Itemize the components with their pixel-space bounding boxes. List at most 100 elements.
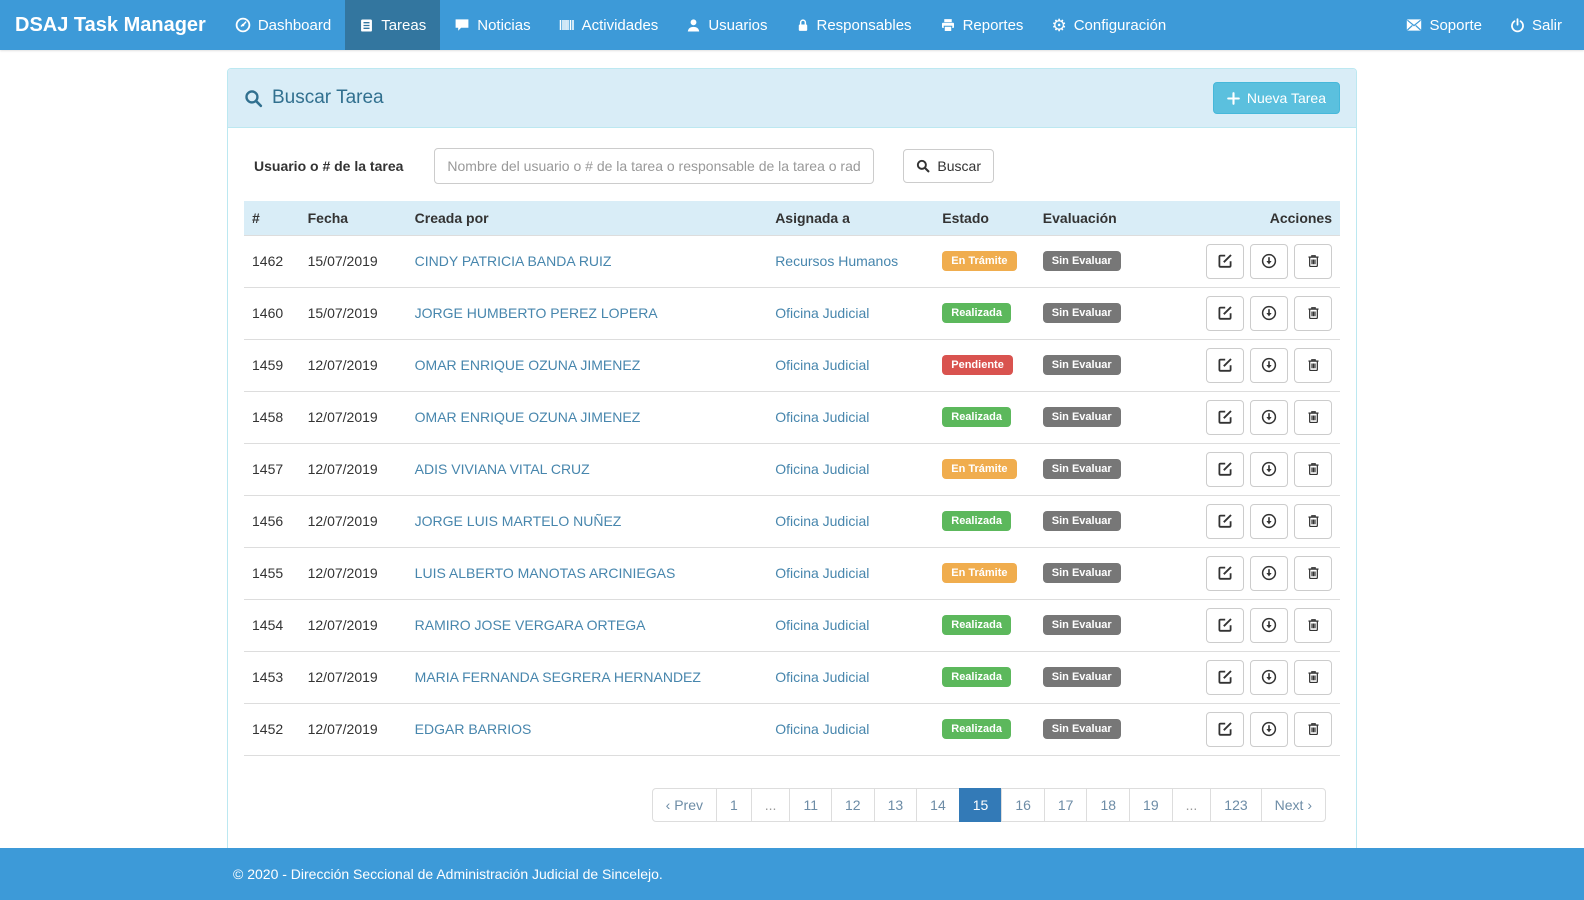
delete-task-button[interactable] — [1294, 504, 1332, 539]
evaluation-cell: Sin Evaluar — [1035, 339, 1192, 391]
actions-cell — [1192, 287, 1340, 339]
delete-task-button[interactable] — [1294, 400, 1332, 435]
edit-task-button[interactable] — [1206, 608, 1244, 643]
created-by-link[interactable]: RAMIRO JOSE VERGARA ORTEGA — [415, 617, 646, 633]
download-task-button[interactable] — [1250, 556, 1288, 591]
edit-task-button[interactable] — [1206, 400, 1244, 435]
created-by-link[interactable]: JORGE HUMBERTO PEREZ LOPERA — [415, 305, 658, 321]
download-icon — [1261, 669, 1277, 685]
nav-link-actividades[interactable]: Actividades — [545, 0, 673, 50]
created-by-link[interactable]: CINDY PATRICIA BANDA RUIZ — [415, 253, 612, 269]
download-task-button[interactable] — [1250, 660, 1288, 695]
page-button-14-link[interactable]: 14 — [916, 788, 960, 822]
nav-link-dashboard[interactable]: Dashboard — [221, 0, 345, 50]
task-id-cell: 1462 — [244, 235, 300, 287]
created-by-link[interactable]: LUIS ALBERTO MANOTAS ARCINIEGAS — [415, 565, 676, 581]
edit-task-button[interactable] — [1206, 660, 1244, 695]
new-task-button[interactable]: Nueva Tarea — [1213, 82, 1340, 114]
page-button-prev-link[interactable]: ‹ Prev — [652, 788, 717, 822]
download-task-button[interactable] — [1250, 712, 1288, 747]
delete-task-button[interactable] — [1294, 712, 1332, 747]
nav-link-soporte[interactable]: Soporte — [1392, 0, 1496, 50]
download-task-button[interactable] — [1250, 348, 1288, 383]
assigned-to-link[interactable]: Oficina Judicial — [775, 721, 869, 737]
delete-task-button[interactable] — [1294, 244, 1332, 279]
assigned-to-link[interactable]: Oficina Judicial — [775, 305, 869, 321]
assigned-to-link[interactable]: Oficina Judicial — [775, 461, 869, 477]
created-by-link[interactable]: ADIS VIVIANA VITAL CRUZ — [415, 461, 590, 477]
nav-link-reportes[interactable]: Reportes — [926, 0, 1038, 50]
status-cell: Realizada — [934, 703, 1035, 755]
assigned-to-link[interactable]: Oficina Judicial — [775, 357, 869, 373]
gear-icon: ⚙ — [1051, 17, 1066, 34]
created-by-link[interactable]: OMAR ENRIQUE OZUNA JIMENEZ — [415, 409, 641, 425]
status-cell: Realizada — [934, 391, 1035, 443]
download-task-button[interactable] — [1250, 244, 1288, 279]
created-by-link[interactable]: JORGE LUIS MARTELO NUÑEZ — [415, 513, 622, 529]
assigned-to-link[interactable]: Oficina Judicial — [775, 669, 869, 685]
actions-cell — [1192, 495, 1340, 547]
nav-link-usuarios[interactable]: Usuarios — [672, 0, 781, 50]
nav-link-salir[interactable]: Salir — [1496, 0, 1576, 50]
delete-task-button[interactable] — [1294, 660, 1332, 695]
nav-link-configuracion[interactable]: ⚙Configuración — [1037, 0, 1180, 50]
assigned-to-link[interactable]: Oficina Judicial — [775, 565, 869, 581]
download-icon — [1261, 617, 1277, 633]
task-id-cell: 1456 — [244, 495, 300, 547]
pagination: ‹ Prev1...111213141516171819...123Next › — [652, 788, 1326, 822]
page-button-13-link[interactable]: 13 — [874, 788, 918, 822]
download-task-button[interactable] — [1250, 452, 1288, 487]
page-button-18-link[interactable]: 18 — [1086, 788, 1130, 822]
edit-task-button[interactable] — [1206, 348, 1244, 383]
page-button-11: 11 — [790, 788, 832, 822]
nav-link-responsables[interactable]: Responsables — [782, 0, 926, 50]
delete-task-button[interactable] — [1294, 556, 1332, 591]
task-id-cell: 1459 — [244, 339, 300, 391]
search-button[interactable]: Buscar — [903, 149, 994, 183]
assigned-to-cell: Oficina Judicial — [767, 443, 934, 495]
assigned-to-link[interactable]: Oficina Judicial — [775, 617, 869, 633]
page-button-15-link[interactable]: 15 — [959, 788, 1003, 822]
page-button-12-link[interactable]: 12 — [831, 788, 875, 822]
download-task-button[interactable] — [1250, 608, 1288, 643]
delete-task-button[interactable] — [1294, 348, 1332, 383]
nav-link-tareas[interactable]: Tareas — [345, 0, 440, 50]
edit-task-button[interactable] — [1206, 712, 1244, 747]
edit-task-button[interactable] — [1206, 556, 1244, 591]
page-button-123-link[interactable]: 123 — [1210, 788, 1261, 822]
edit-task-button[interactable] — [1206, 504, 1244, 539]
delete-task-button[interactable] — [1294, 296, 1332, 331]
column-header-: # — [244, 201, 300, 235]
evaluation-badge: Sin Evaluar — [1043, 563, 1121, 583]
page-button-next-link[interactable]: Next › — [1261, 788, 1326, 822]
page-button-19-link[interactable]: 19 — [1129, 788, 1173, 822]
assigned-to-link[interactable]: Recursos Humanos — [775, 253, 898, 269]
created-by-link[interactable]: OMAR ENRIQUE OZUNA JIMENEZ — [415, 357, 641, 373]
app-brand: DSAJ Task Manager — [0, 0, 221, 50]
page-button-16-link[interactable]: 16 — [1001, 788, 1045, 822]
edit-task-button[interactable] — [1206, 452, 1244, 487]
assigned-to-link[interactable]: Oficina Judicial — [775, 409, 869, 425]
edit-task-button[interactable] — [1206, 296, 1244, 331]
created-by-link[interactable]: EDGAR BARRIOS — [415, 721, 532, 737]
download-task-button[interactable] — [1250, 504, 1288, 539]
table-row: 145912/07/2019OMAR ENRIQUE OZUNA JIMENEZ… — [244, 339, 1340, 391]
download-task-button[interactable] — [1250, 296, 1288, 331]
assigned-to-cell: Oficina Judicial — [767, 547, 934, 599]
evaluation-cell: Sin Evaluar — [1035, 287, 1192, 339]
edit-task-button[interactable] — [1206, 244, 1244, 279]
created-by-link[interactable]: MARIA FERNANDA SEGRERA HERNANDEZ — [415, 669, 701, 685]
delete-task-button[interactable] — [1294, 608, 1332, 643]
page-button-11-link[interactable]: 11 — [789, 788, 832, 822]
page-button-17-link[interactable]: 17 — [1044, 788, 1088, 822]
download-task-button[interactable] — [1250, 400, 1288, 435]
assigned-to-link[interactable]: Oficina Judicial — [775, 513, 869, 529]
nav-link-noticias[interactable]: Noticias — [440, 0, 544, 50]
created-by-cell: MARIA FERNANDA SEGRERA HERNANDEZ — [407, 651, 768, 703]
user-icon — [686, 18, 701, 33]
evaluation-cell: Sin Evaluar — [1035, 703, 1192, 755]
page-button-1-link[interactable]: 1 — [716, 788, 752, 822]
delete-task-button[interactable] — [1294, 452, 1332, 487]
page-button-1: 1 — [717, 788, 752, 822]
search-input[interactable] — [434, 148, 874, 184]
